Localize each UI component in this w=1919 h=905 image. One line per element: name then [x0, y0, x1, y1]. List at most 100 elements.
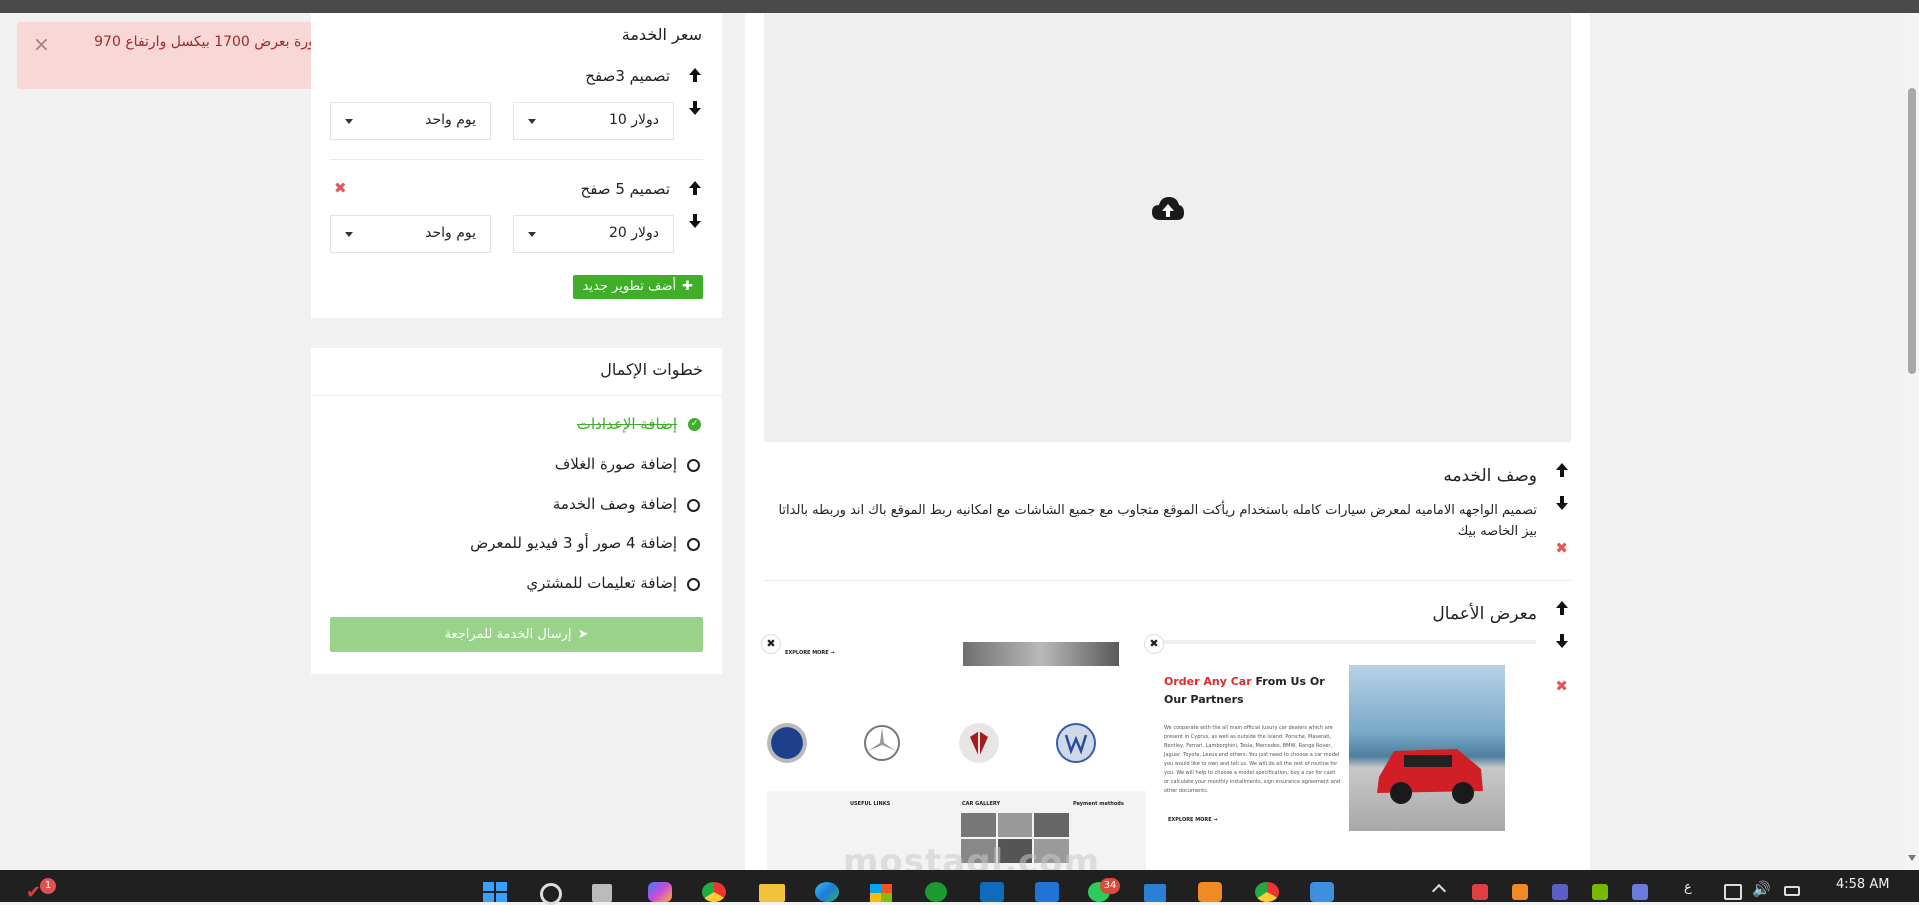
- steps-heading: خطوات الإكمال: [600, 360, 703, 379]
- tray-app-icon[interactable]: [1632, 884, 1648, 900]
- submit-review-button[interactable]: ➤ إرسال الخدمة للمراجعة: [330, 617, 703, 652]
- move-up-icon[interactable]: [686, 179, 704, 197]
- cloud-upload-icon[interactable]: [1151, 196, 1185, 222]
- photos-icon[interactable]: [1310, 882, 1334, 902]
- step-label: إضافة تعليمات للمشتري: [526, 574, 677, 592]
- browser-top-strip: [0, 0, 1919, 13]
- scroll-down-arrow-icon[interactable]: [1908, 855, 1916, 861]
- price-item-name: تصميم 3صفح: [585, 67, 670, 85]
- duration-select[interactable]: يوم واحد: [330, 102, 491, 140]
- outlook-icon[interactable]: [980, 882, 1004, 902]
- main-content-panel: وصف الخدمه تصميم الواجهه الاماميه لمعرض …: [745, 13, 1590, 889]
- move-down-icon[interactable]: [1553, 494, 1571, 512]
- move-down-icon[interactable]: [686, 99, 704, 117]
- saab-logo-icon: [767, 723, 807, 763]
- gallery-heading: معرض الأعمال: [1432, 604, 1537, 624]
- chevron-down-icon: [528, 232, 536, 237]
- thumb-body: We cooperate with the all main official …: [1164, 725, 1341, 794]
- steps-panel: خطوات الإكمال ✓ إضافة الإعدادات إضافة صو…: [311, 348, 722, 674]
- add-development-button[interactable]: ✚ أضف تطوير جديد: [572, 275, 703, 299]
- chrome-icon[interactable]: [702, 882, 726, 902]
- pricing-heading: سعر الخدمة: [621, 25, 702, 44]
- delete-icon[interactable]: ✖: [1555, 677, 1568, 695]
- chrome-profile-icon[interactable]: [1255, 882, 1279, 902]
- windows-start-icon[interactable]: [483, 882, 507, 902]
- divider: [330, 159, 703, 160]
- volkswagen-logo-icon: [1056, 723, 1096, 763]
- tray-app-icon[interactable]: [1512, 884, 1528, 900]
- store-icon[interactable]: [870, 884, 892, 902]
- pontiac-logo-icon: [959, 723, 999, 763]
- check-circle-icon: ✓: [688, 418, 701, 431]
- network-icon[interactable]: [1724, 884, 1742, 900]
- volume-icon[interactable]: 🔊: [1752, 880, 1771, 898]
- nvidia-icon[interactable]: [1592, 884, 1608, 900]
- price-value: 10 دولار: [608, 112, 659, 128]
- cover-upload-area[interactable]: [764, 13, 1571, 442]
- tray-chevron-icon[interactable]: [1431, 883, 1447, 899]
- red-car-image: [1349, 665, 1505, 831]
- xampp-icon[interactable]: [1198, 882, 1222, 902]
- scrollbar-thumb[interactable]: [1908, 88, 1916, 374]
- scrollbar-track[interactable]: [1905, 13, 1919, 870]
- tray-app-icon[interactable]: [1472, 884, 1488, 900]
- plus-icon: ✚: [682, 279, 693, 294]
- description-text: تصميم الواجهه الاماميه لمعرض سيارات كامل…: [778, 503, 1537, 539]
- close-icon[interactable]: ×: [33, 34, 50, 54]
- move-up-icon[interactable]: [1553, 599, 1571, 617]
- duration-select[interactable]: يوم واحد: [330, 215, 491, 253]
- divider: [311, 395, 722, 396]
- footer-col-heading: USEFUL LINKS: [850, 801, 891, 807]
- language-indicator[interactable]: ع: [1684, 880, 1692, 895]
- circle-icon: [687, 459, 700, 472]
- thumb-title-red: Order Any Car: [1164, 675, 1252, 688]
- task-view-icon[interactable]: [592, 884, 612, 902]
- pricing-panel: سعر الخدمة تصميم 3صفح 10 دولار يوم واحد …: [311, 13, 722, 318]
- remove-image-icon[interactable]: ✖: [1144, 634, 1164, 654]
- footer-col-heading: CAR GALLERY: [962, 801, 1001, 807]
- whatsapp-badge: 34: [1100, 878, 1120, 894]
- circle-icon: [687, 578, 700, 591]
- step-label: إضافة وصف الخدمة: [552, 495, 677, 513]
- folder-icon[interactable]: [759, 884, 785, 902]
- gallery-thumbnail[interactable]: Order Any Car From Us Or Our Partners We…: [1150, 640, 1536, 889]
- step-label: إضافة 4 صور أو 3 فيديو للمعرض: [470, 534, 677, 552]
- mercedes-logo-icon: [863, 724, 901, 762]
- divider: [764, 580, 1571, 581]
- app-icon[interactable]: [1144, 884, 1166, 902]
- edge-icon[interactable]: [815, 882, 839, 902]
- notification-badge: 1: [40, 878, 56, 894]
- price-value: 20 دولار: [608, 225, 659, 241]
- circle-icon: [687, 499, 700, 512]
- taskbar: ✔ 1 34 ع 🔊 4:58 AM: [0, 870, 1919, 905]
- delete-icon[interactable]: ✖: [1555, 539, 1568, 557]
- move-up-icon[interactable]: [1553, 461, 1571, 479]
- copilot-icon[interactable]: [648, 882, 672, 902]
- duration-value: يوم واحد: [425, 112, 476, 128]
- chevron-down-icon: [345, 232, 353, 237]
- price-select[interactable]: 20 دولار: [513, 215, 674, 253]
- step-label-done: إضافة الإعدادات: [576, 415, 677, 433]
- move-down-icon[interactable]: [686, 212, 704, 230]
- thumb-top-line: [1150, 640, 1536, 644]
- explore-link: EXPLORE MORE →: [785, 650, 835, 656]
- battery-icon[interactable]: [1784, 886, 1800, 896]
- delete-icon[interactable]: ✖: [334, 179, 347, 197]
- add-button-label: أضف تطوير جديد: [582, 279, 677, 294]
- send-icon: ➤: [577, 627, 589, 642]
- chevron-down-icon: [528, 119, 536, 124]
- move-up-icon[interactable]: [686, 66, 704, 84]
- explore-link: EXPLORE MORE →: [1168, 817, 1218, 823]
- price-item-name: تصميم 5 صفح: [580, 180, 670, 198]
- chevron-down-icon: [345, 119, 353, 124]
- duration-value: يوم واحد: [425, 225, 476, 241]
- clock-time[interactable]: 4:58 AM: [1836, 877, 1889, 892]
- remove-image-icon[interactable]: ✖: [761, 634, 781, 654]
- xbox-icon[interactable]: [925, 882, 947, 902]
- step-label: إضافة صورة الغلاف: [554, 455, 677, 473]
- editor-icon[interactable]: [1035, 882, 1059, 902]
- price-select[interactable]: 10 دولار: [513, 102, 674, 140]
- move-down-icon[interactable]: [1553, 632, 1571, 650]
- teams-icon[interactable]: [1552, 884, 1568, 900]
- thumb-title: Order Any Car From Us Or Our Partners: [1164, 673, 1344, 709]
